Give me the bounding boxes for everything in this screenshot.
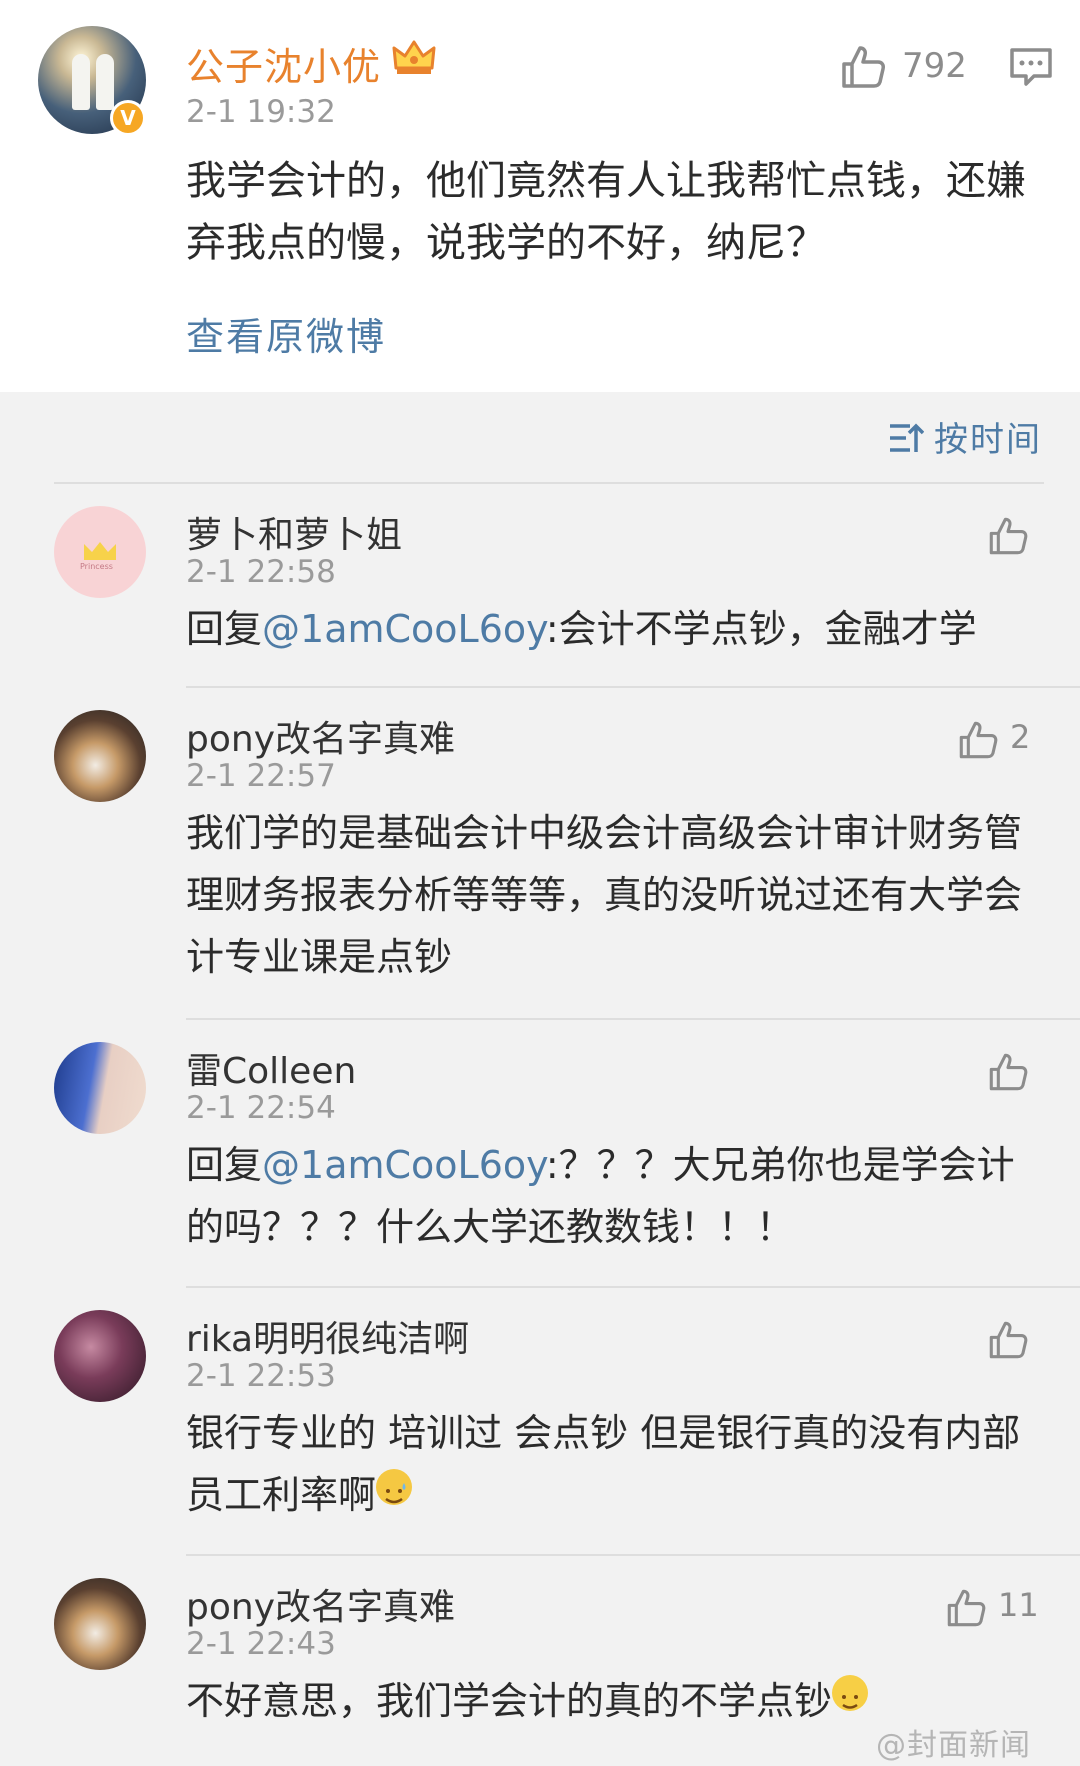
crown-icon — [84, 542, 116, 560]
commenter-name[interactable]: pony改名字真难 — [186, 710, 455, 762]
commenter-name[interactable]: 萝卜和萝卜姐 — [186, 506, 402, 558]
thumbs-up-icon[interactable] — [838, 42, 888, 92]
view-original-link[interactable]: 查看原微博 — [186, 306, 386, 361]
comment-bubble-icon[interactable] — [1008, 46, 1054, 88]
reply-prefix: 回复 — [186, 607, 263, 651]
verified-v-icon: V — [110, 100, 146, 136]
avatar-figure — [72, 54, 90, 110]
comment-like-count: 2 — [1010, 718, 1031, 756]
commenter-avatar[interactable]: Princess — [54, 506, 146, 598]
reply-prefix: 回复 — [186, 1143, 263, 1187]
crown-icon — [392, 40, 436, 74]
comment-item: 雷Colleen 2-1 22:54 回复@1amCooL6oy:？？？大兄弟你… — [0, 1020, 1080, 1286]
avatar-figure — [96, 54, 114, 110]
thumbs-up-icon[interactable] — [986, 1318, 1030, 1362]
commenter-name[interactable]: 雷Colleen — [186, 1042, 356, 1094]
post-like-count: 792 — [902, 46, 967, 86]
comment-time: 2-1 22:58 — [186, 554, 336, 590]
sort-bar: 按时间 — [0, 392, 1080, 484]
comment-text: 银行专业的 培训过 会点钞 但是银行真的没有内部员工利率啊 — [186, 1402, 1036, 1526]
post-text: 我学会计的，他们竟然有人让我帮忙点钱，还嫌弃我点的慢，说我学的不好，纳尼？ — [186, 158, 1026, 266]
comment-like-count: 11 — [998, 1586, 1039, 1624]
sort-by-time-button[interactable]: 按时间 — [934, 412, 1042, 461]
thumbs-up-icon[interactable] — [944, 1586, 988, 1630]
comment-body: :会计不学点钞，金融才学 — [545, 607, 977, 651]
comment-text: 回复@1amCooL6oy:会计不学点钞，金融才学 — [186, 598, 1036, 660]
comment-body: 银行专业的 培训过 会点钞 但是银行真的没有内部员工利率啊 — [186, 1411, 1021, 1517]
avatar-text: Princess — [80, 562, 113, 571]
smile-emoji — [832, 1675, 869, 1711]
comment-text: 我们学的是基础会计中级会计高级会计审计财务管理财务报表分析等等等，真的没听说过还… — [186, 811, 1023, 979]
commenter-name[interactable]: rika明明很纯洁啊 — [186, 1310, 469, 1362]
commenter-avatar[interactable] — [54, 1310, 146, 1402]
thumbs-up-icon[interactable] — [986, 514, 1030, 558]
comment-item: Princess 萝卜和萝卜姐 2-1 22:58 回复@1amCooL6oy:… — [0, 484, 1080, 688]
comment-text: 回复@1amCooL6oy:？？？大兄弟你也是学会计的吗？？？什么大学还教数钱！… — [186, 1134, 1036, 1258]
original-post: V 公子沈小优 2-1 19:32 792 我学会计的，他们竟然有人让我帮忙点钱… — [0, 0, 1080, 392]
thumbs-up-icon[interactable] — [986, 1050, 1030, 1094]
mention-link[interactable]: @1amCooL6oy — [262, 1143, 546, 1187]
comment-time: 2-1 22:53 — [186, 1358, 336, 1394]
comment-item: rika明明很纯洁啊 2-1 22:53 银行专业的 培训过 会点钞 但是银行真… — [0, 1288, 1080, 1554]
sort-icon[interactable] — [888, 420, 924, 456]
source-watermark: @封面新闻 — [876, 1728, 1031, 1763]
commenter-avatar[interactable] — [54, 1578, 146, 1670]
comment-time: 2-1 22:43 — [186, 1626, 336, 1662]
commenter-avatar[interactable] — [54, 710, 146, 802]
commenter-avatar[interactable] — [54, 1042, 146, 1134]
mention-link[interactable]: @1amCooL6oy — [262, 607, 546, 651]
comment-time: 2-1 22:57 — [186, 758, 336, 794]
thumbs-up-icon[interactable] — [956, 718, 1000, 762]
commenter-name[interactable]: pony改名字真难 — [186, 1578, 455, 1630]
weibo-comments-page: V 公子沈小优 2-1 19:32 792 我学会计的，他们竟然有人让我帮忙点钱… — [0, 0, 1080, 1766]
post-author-name[interactable]: 公子沈小优 — [186, 36, 381, 91]
post-time: 2-1 19:32 — [186, 94, 336, 130]
sweat-smile-emoji — [376, 1469, 413, 1505]
comment-body: 不好意思，我们学会计的真的不学点钞 — [186, 1679, 833, 1723]
comment-time: 2-1 22:54 — [186, 1090, 336, 1126]
comment-item: pony改名字真难 2-1 22:57 2 我们学的是基础会计中级会计高级会计审… — [0, 688, 1080, 1016]
